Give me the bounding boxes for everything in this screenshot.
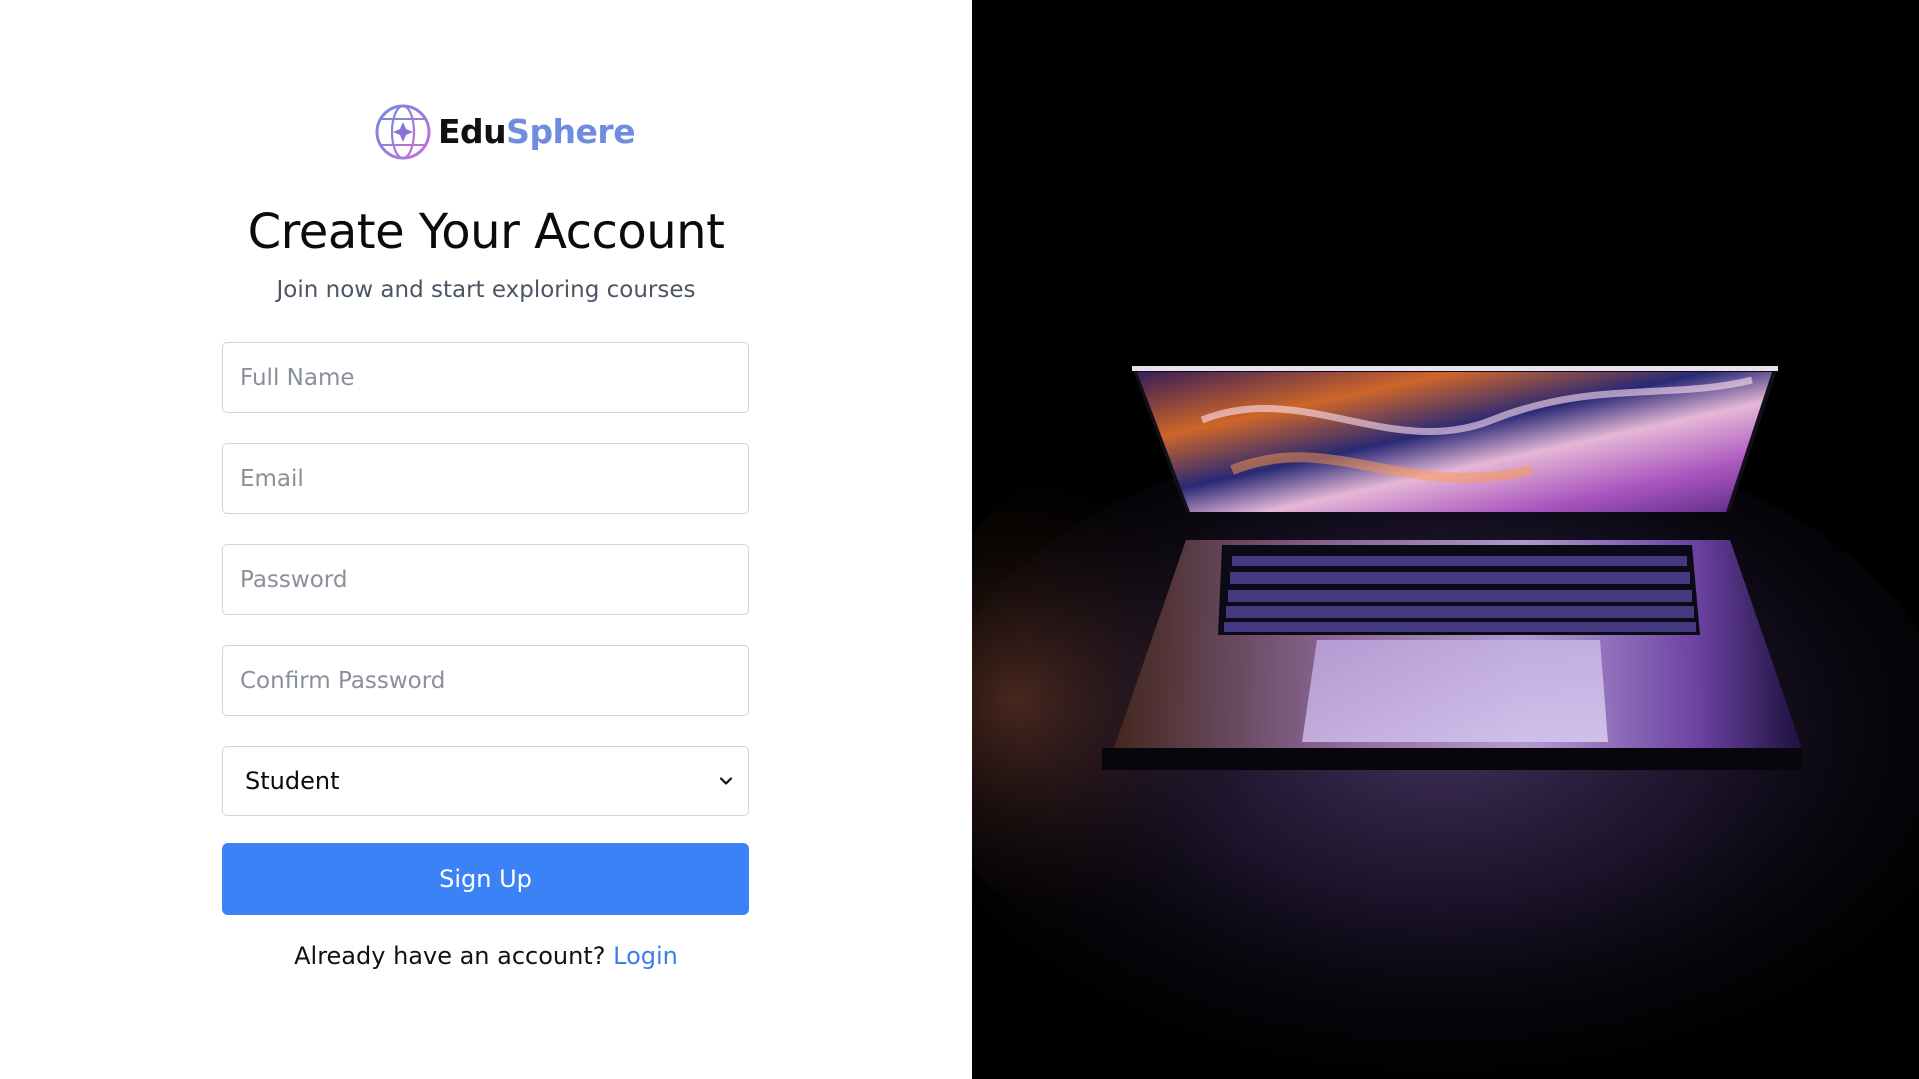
email-input[interactable]: [222, 443, 749, 514]
confirm-password-input[interactable]: [222, 645, 749, 716]
password-input[interactable]: [222, 544, 749, 615]
login-prompt: Already have an account? Login: [0, 939, 972, 973]
signup-panel: EduSphere Create Your Account Join now a…: [0, 0, 972, 1079]
laptop-image: [972, 0, 1919, 1079]
page-subtitle: Join now and start exploring courses: [276, 277, 696, 303]
signup-page: EduSphere Create Your Account Join now a…: [0, 0, 1919, 1079]
brand-name-sphere: Sphere: [506, 112, 636, 151]
full-name-input[interactable]: [222, 342, 749, 413]
page-title: Create Your Account: [247, 204, 725, 260]
brand-name-edu: Edu: [438, 112, 507, 151]
brand-logo: EduSphere: [374, 103, 636, 161]
chevron-down-icon: [718, 773, 734, 789]
login-prompt-text: Already have an account?: [294, 942, 606, 970]
brand-name: EduSphere: [438, 103, 636, 161]
role-select-value: Student: [245, 767, 340, 795]
sign-up-button[interactable]: Sign Up: [222, 843, 749, 915]
role-select[interactable]: Student: [222, 746, 749, 816]
login-link[interactable]: Login: [613, 942, 678, 970]
globe-logo-icon: [375, 104, 431, 160]
